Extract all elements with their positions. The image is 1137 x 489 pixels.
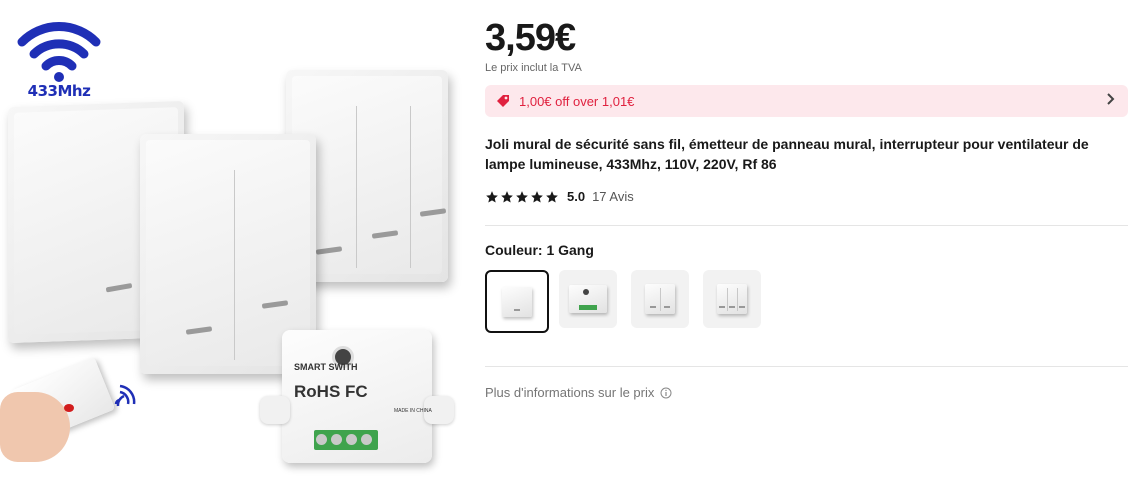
color-swatches (485, 270, 775, 333)
tag-icon (497, 95, 509, 107)
color-option-label: Couleur: 1 Gang (485, 242, 594, 258)
more-info-text: Plus d'informations sur le prix (485, 385, 655, 400)
rating-value: 5.0 (567, 189, 586, 204)
more-price-info-link[interactable]: Plus d'informations sur le prix (485, 385, 672, 400)
price: 3,59€ (485, 17, 576, 59)
wifi-signal-icon (17, 22, 101, 82)
chevron-right-icon (1106, 92, 1116, 109)
coupon-banner[interactable]: 1,00€ off over 1,01€ (485, 85, 1128, 117)
star-icon (516, 190, 528, 203)
star-icon (501, 190, 513, 203)
product-title: Joli mural de sécurité sans fil, émetteu… (485, 136, 1089, 172)
receiver-brand-text: SMART SWITH (294, 362, 358, 372)
vat-note: Le prix inclut la TVA (485, 62, 582, 74)
logo-frequency-text: 433Mhz (27, 82, 91, 100)
info-circle-icon (660, 387, 672, 398)
signal-waves-icon (114, 384, 136, 407)
swatch-3-gang[interactable] (703, 270, 761, 328)
divider (485, 225, 1128, 226)
receiver-made-text: MADE IN CHINA (394, 408, 432, 414)
hand (0, 392, 70, 462)
rating-stars (485, 190, 560, 204)
star-icon (546, 190, 558, 203)
receiver-marks-text: RoHS FC (294, 382, 368, 401)
receiver-module: SMART SWITH RoHS FC MADE IN CHINA (260, 330, 454, 463)
wifi-logo: 433Mhz (14, 14, 104, 104)
rating[interactable]: 5.0 17 Avis (485, 189, 634, 204)
star-icon (486, 190, 498, 203)
star-icon (531, 190, 543, 203)
swatch-1-gang[interactable] (485, 270, 549, 333)
review-count-link[interactable]: 17 Avis (592, 189, 634, 204)
divider (485, 366, 1128, 367)
swatch-2-gang[interactable] (631, 270, 689, 328)
coupon-text: 1,00€ off over 1,01€ (519, 93, 635, 109)
product-image[interactable]: 433Mhz SMART SWITH RoHS FC MADE IN CHINA (0, 0, 470, 489)
swatch-receiver[interactable] (559, 270, 617, 328)
